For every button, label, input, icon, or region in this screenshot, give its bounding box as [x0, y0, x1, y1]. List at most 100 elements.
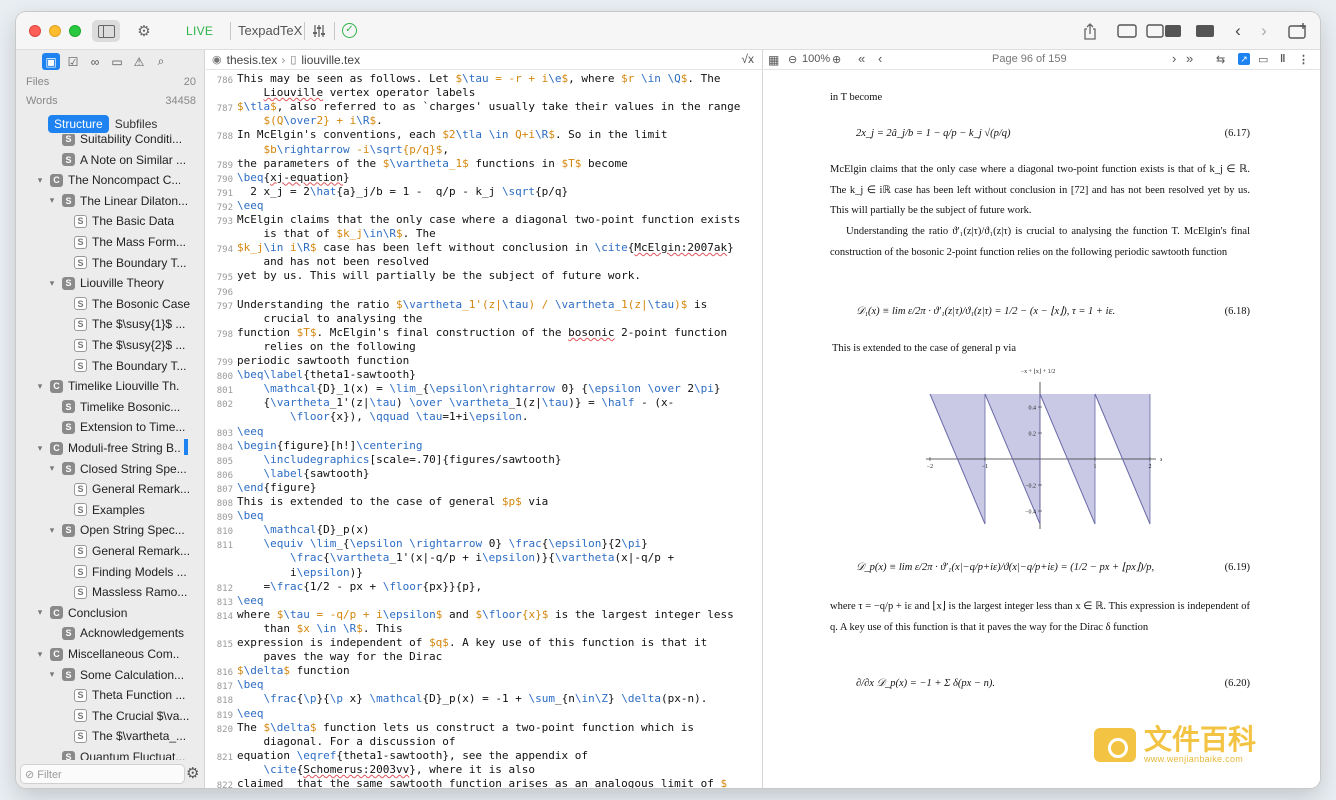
sidebar-tree-item[interactable]: S The Boundary T... — [58, 253, 204, 273]
sidebar-tree-item[interactable]: S The $\susy{2}$ ... — [58, 335, 204, 355]
zoom-level[interactable]: 100% — [802, 53, 830, 65]
sidebar-tree-item[interactable]: ▾ S Open String Spec... — [46, 520, 192, 540]
previous-page-icon[interactable]: ‹ — [878, 51, 882, 66]
close-window-button[interactable] — [29, 25, 41, 37]
zoom-window-button[interactable] — [69, 25, 81, 37]
sidebar-tree-item[interactable]: S General Remark... — [58, 479, 204, 499]
source-editor[interactable]: ◉ thesis.tex › ▯ liouville.tex √x 786 Thi… — [206, 50, 763, 788]
breadcrumb-item[interactable]: thesis.tex — [227, 53, 278, 67]
share-icon[interactable] — [1080, 20, 1100, 42]
sidebar-tree-item[interactable]: ▾ S The Linear Dilaton... — [46, 191, 192, 211]
checkmark-circle-icon[interactable]: ✓ — [342, 23, 357, 38]
search-icon[interactable]: ⌕ — [152, 53, 170, 70]
code-line[interactable]: where $\tau = -q/p + i\epsilon$ and $\fl… — [237, 608, 761, 622]
code-line[interactable]: $\delta$ function — [237, 664, 761, 678]
gear-cluster-icon[interactable]: ⚙ — [132, 20, 156, 42]
sidebar-tree-item[interactable]: ▾ S Some Calculation... — [46, 665, 192, 685]
code-line[interactable]: This may be seen as follows. Let $\tau =… — [237, 72, 761, 86]
code-line[interactable]: yet by us. This will partially be the su… — [237, 269, 761, 283]
code-line[interactable]: \beq — [237, 678, 761, 692]
sidebar-tree-item[interactable]: ▾ S Liouville Theory — [46, 273, 192, 293]
code-line[interactable]: \includegraphics[scale=.70]{figures/sawt… — [237, 453, 761, 467]
sidebar-tree-item[interactable]: S Quantum Fluctuat... — [46, 747, 192, 760]
chevron-right-icon[interactable]: › — [1256, 20, 1272, 42]
code-line[interactable]: relies on the following — [237, 340, 761, 354]
code-line[interactable]: \eeq — [237, 199, 761, 213]
sidebar-tree-item[interactable]: ▾ S Closed String Spe... — [46, 459, 192, 479]
filter-input[interactable]: ⊘ Filter — [20, 764, 185, 784]
code-line[interactable]: McElgin claims that the only case where … — [237, 213, 761, 227]
sidebar-tree-item[interactable]: S The Boundary T... — [58, 356, 204, 376]
breadcrumb-item[interactable]: liouville.tex — [301, 53, 360, 67]
sidebar-tree-item[interactable]: ▾ C Timelike Liouville Th... — [34, 376, 180, 396]
chevron-down-icon[interactable]: ▾ — [46, 669, 58, 680]
code-line[interactable]: function $T$. McElgin's final constructi… — [237, 326, 761, 340]
sidebar-tree-item[interactable]: S Massless Ramo... — [58, 582, 204, 602]
code-line[interactable]: \mathcal{D}_p(x) — [237, 523, 761, 537]
sidebar-tree-item[interactable]: S Examples — [58, 500, 204, 520]
tab-subfiles[interactable]: Subfiles — [109, 115, 164, 133]
code-line[interactable]: \frac{\vartheta_1'(x|-q/p + i\epsilon)}{… — [237, 551, 761, 565]
sync-icon[interactable]: ⇆ — [1216, 53, 1225, 66]
structure-icon[interactable]: ▣ — [42, 53, 60, 70]
code-line[interactable]: \begin{figure}[h!]\centering — [237, 439, 761, 453]
code-line[interactable]: diagonal. For a discussion of — [237, 735, 761, 749]
code-line[interactable]: than $x \in \R$. This — [237, 622, 761, 636]
new-window-icon[interactable] — [1286, 20, 1310, 42]
code-line[interactable]: 2 x_j = 2\hat{a}_j/b = 1 - q/p - k_j \sq… — [237, 185, 761, 199]
sidebar-tree-item[interactable]: S Theta Function ... — [58, 685, 204, 705]
code-line[interactable]: \eeq — [237, 425, 761, 439]
sidebar-tree-item[interactable]: S Acknowledgements — [46, 623, 192, 643]
project-name[interactable]: TexpadTeX — [238, 23, 302, 38]
code-line[interactable]: =\frac{1/2 - px + \floor{px}}{p}, — [237, 580, 761, 594]
chevron-down-icon[interactable]: ▾ — [46, 463, 58, 474]
labels-icon[interactable]: ∞ — [86, 53, 104, 70]
zoom-out-icon[interactable]: ⊖ — [788, 53, 797, 66]
code-line[interactable]: \beq\label{theta1-sawtooth} — [237, 368, 761, 382]
grid-icon[interactable]: ▦ — [768, 53, 779, 67]
code-line[interactable]: \label{sawtooth} — [237, 467, 761, 481]
sidebar-tree-item[interactable]: S The Mass Form... — [58, 232, 204, 252]
code-line[interactable]: paves the way for the Dirac — [237, 650, 761, 664]
code-line[interactable]: This is extended to the case of general … — [237, 495, 761, 509]
sidebar-tree-item[interactable]: S Extension to Time... — [46, 417, 192, 437]
code-line[interactable]: The $\delta$ function lets us construct … — [237, 721, 761, 735]
sidebar-tree-item[interactable]: S General Remark... — [58, 541, 204, 561]
code-line[interactable]: the parameters of the $\vartheta_1$ func… — [237, 157, 761, 171]
sidebar-tree-item[interactable]: S The Basic Data — [58, 211, 204, 231]
code-line[interactable]: $\tla$, also referred to as `charges' us… — [237, 100, 761, 114]
chevron-down-icon[interactable]: ▾ — [34, 649, 46, 660]
sidebar-tree-item[interactable]: S Finding Models ... — [58, 562, 204, 582]
code-line[interactable]: Understanding the ratio $\vartheta_1'(z|… — [237, 298, 761, 312]
code-line[interactable]: $b\rightarrow -i\sqrt{p/q}$, — [237, 143, 761, 157]
chevron-down-icon[interactable]: ▾ — [34, 175, 46, 186]
sidebar-tree-item[interactable]: S The Crucial $\va... — [58, 706, 204, 726]
preview-only-icon[interactable] — [1194, 20, 1216, 42]
sidebar-tree-item[interactable]: S The Bosonic Case — [58, 294, 204, 314]
code-line[interactable]: \beq{xj-equation} — [237, 171, 761, 185]
zoom-in-icon[interactable]: ⊕ — [832, 53, 841, 66]
sliders-icon[interactable] — [310, 20, 328, 42]
sidebar-tree-item[interactable]: S A Note on Similar ... — [46, 150, 192, 170]
folder-icon[interactable]: ▭ — [108, 53, 126, 70]
warning-icon[interactable]: ⚠ — [130, 53, 148, 70]
code-line[interactable]: $k_j\in i\R$ case has been left without … — [237, 241, 761, 255]
code-line[interactable]: equation \eqref{theta1-sawtooth}, see th… — [237, 749, 761, 763]
split-view-icon[interactable] — [1146, 20, 1182, 42]
minimize-window-button[interactable] — [49, 25, 61, 37]
chevron-down-icon[interactable]: ▾ — [46, 278, 58, 289]
gear-icon[interactable]: ⚙ — [186, 764, 199, 782]
code-line[interactable]: \eeq — [237, 594, 761, 608]
code-line[interactable]: In McElgin's conventions, each $2\tla \i… — [237, 128, 761, 142]
sidebar-toggle-button[interactable] — [92, 20, 120, 42]
code-line[interactable]: $(Q\over2} + i\R$. — [237, 114, 761, 128]
math-button[interactable]: √x — [741, 52, 754, 66]
last-page-icon[interactable]: » — [1186, 51, 1193, 66]
code-line[interactable]: periodic sawtooth function — [237, 354, 761, 368]
code-line[interactable]: \cite{Schomerus:2003vv}, where it is als… — [237, 763, 761, 777]
code-line[interactable]: \beq — [237, 509, 761, 523]
code-line[interactable]: \eeq — [237, 707, 761, 721]
code-line[interactable]: \equiv \lim_{\epsilon \rightarrow 0} \fr… — [237, 537, 761, 551]
sidebar-tree-item[interactable]: S The $\vartheta_... — [58, 726, 204, 746]
chevron-down-icon[interactable]: ▾ — [34, 381, 46, 392]
